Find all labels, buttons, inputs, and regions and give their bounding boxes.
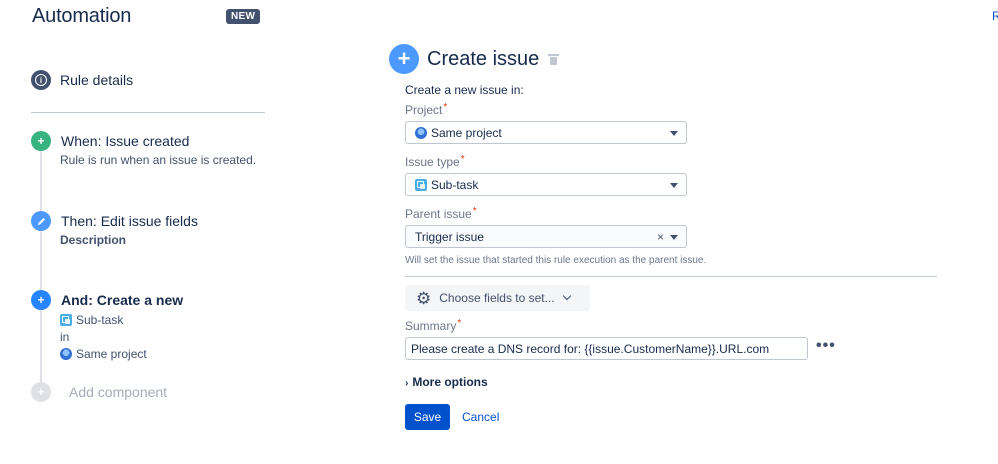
plus-icon: +: [31, 290, 51, 310]
sidebar-divider: [31, 112, 265, 113]
chevron-down-icon: [562, 291, 571, 301]
trigger-step[interactable]: + When: Issue created Rule is run when a…: [31, 131, 256, 167]
chevron-down-icon: [670, 131, 678, 136]
cancel-button[interactable]: Cancel: [462, 410, 499, 424]
step-project-label: Same project: [76, 347, 147, 361]
plus-icon: +: [31, 382, 51, 402]
subtask-icon: [415, 178, 427, 191]
project-icon: [60, 348, 72, 360]
close-icon[interactable]: ×: [657, 230, 664, 244]
add-component-button[interactable]: + Add component: [31, 382, 167, 402]
more-icon[interactable]: •••: [816, 337, 836, 355]
trash-icon[interactable]: [548, 53, 560, 66]
pencil-icon: [31, 211, 51, 231]
parent-issue-label-text: Parent issue: [405, 207, 472, 221]
form-intro: Create a new issue in:: [405, 83, 524, 97]
trigger-step-title: When: Issue created: [61, 133, 190, 149]
summary-input[interactable]: Please create a DNS record for: {{issue.…: [405, 337, 808, 360]
chevron-right-icon: ›: [405, 378, 409, 389]
rule-details-label: Rule details: [60, 72, 134, 88]
issue-type-label-text: Issue type: [405, 155, 460, 169]
issue-type-select[interactable]: Sub-task: [405, 173, 687, 196]
header-edge-link[interactable]: R: [992, 9, 998, 23]
save-button[interactable]: Save: [405, 404, 450, 430]
project-select[interactable]: Same project: [405, 121, 687, 144]
summary-label-text: Summary: [405, 319, 457, 333]
create-issue-header: + Create issue: [389, 44, 560, 74]
project-label-text: Project: [405, 103, 443, 117]
project-label: Project*: [405, 102, 447, 117]
edit-fields-step-description: Description: [60, 233, 127, 247]
more-options-toggle[interactable]: › More options: [405, 375, 488, 389]
create-issue-step-in: in: [60, 330, 70, 344]
required-mark: *: [457, 318, 462, 329]
rule-details-item[interactable]: i Rule details: [31, 70, 133, 90]
plus-icon: +: [389, 44, 419, 74]
step-type-label: Sub-task: [76, 313, 124, 327]
parent-issue-label: Parent issue*: [405, 206, 477, 221]
edit-fields-step-title: Then: Edit issue fields: [61, 213, 198, 229]
form-divider: [405, 276, 937, 277]
summary-label: Summary*: [405, 318, 461, 333]
project-icon: [415, 126, 427, 139]
create-issue-step-title: And: Create a new: [61, 292, 184, 308]
required-mark: *: [443, 102, 448, 113]
issue-type-value: Sub-task: [431, 177, 479, 192]
new-badge: NEW: [226, 9, 261, 24]
trigger-step-description: Rule is run when an issue is created.: [60, 153, 257, 167]
chevron-down-icon: [670, 183, 678, 188]
gear-icon: ⚙: [416, 288, 432, 308]
create-issue-step[interactable]: + And: Create a new Sub-task in Same pro…: [31, 290, 183, 361]
more-options-label: More options: [412, 375, 488, 389]
required-mark: *: [460, 154, 465, 165]
info-icon: i: [31, 70, 51, 90]
choose-fields-button[interactable]: ⚙ Choose fields to set...: [405, 285, 590, 311]
parent-issue-value: Trigger issue: [415, 229, 484, 244]
required-mark: *: [472, 206, 477, 217]
chevron-down-icon: [670, 235, 678, 240]
add-component-label: Add component: [69, 384, 168, 400]
edit-fields-step[interactable]: Then: Edit issue fields Description: [31, 211, 198, 247]
page-title: Automation: [32, 5, 132, 27]
create-issue-title: Create issue: [427, 47, 540, 70]
parent-issue-select[interactable]: Trigger issue ×: [405, 225, 687, 248]
parent-issue-hint: Will set the issue that started this rul…: [405, 255, 707, 266]
create-issue-step-project: Same project: [60, 347, 183, 361]
project-value: Same project: [431, 125, 502, 140]
plus-icon: +: [31, 131, 51, 151]
choose-fields-label: Choose fields to set...: [439, 291, 555, 305]
subtask-icon: [60, 314, 72, 326]
issue-type-label: Issue type*: [405, 154, 465, 169]
create-issue-step-type: Sub-task: [60, 313, 183, 327]
